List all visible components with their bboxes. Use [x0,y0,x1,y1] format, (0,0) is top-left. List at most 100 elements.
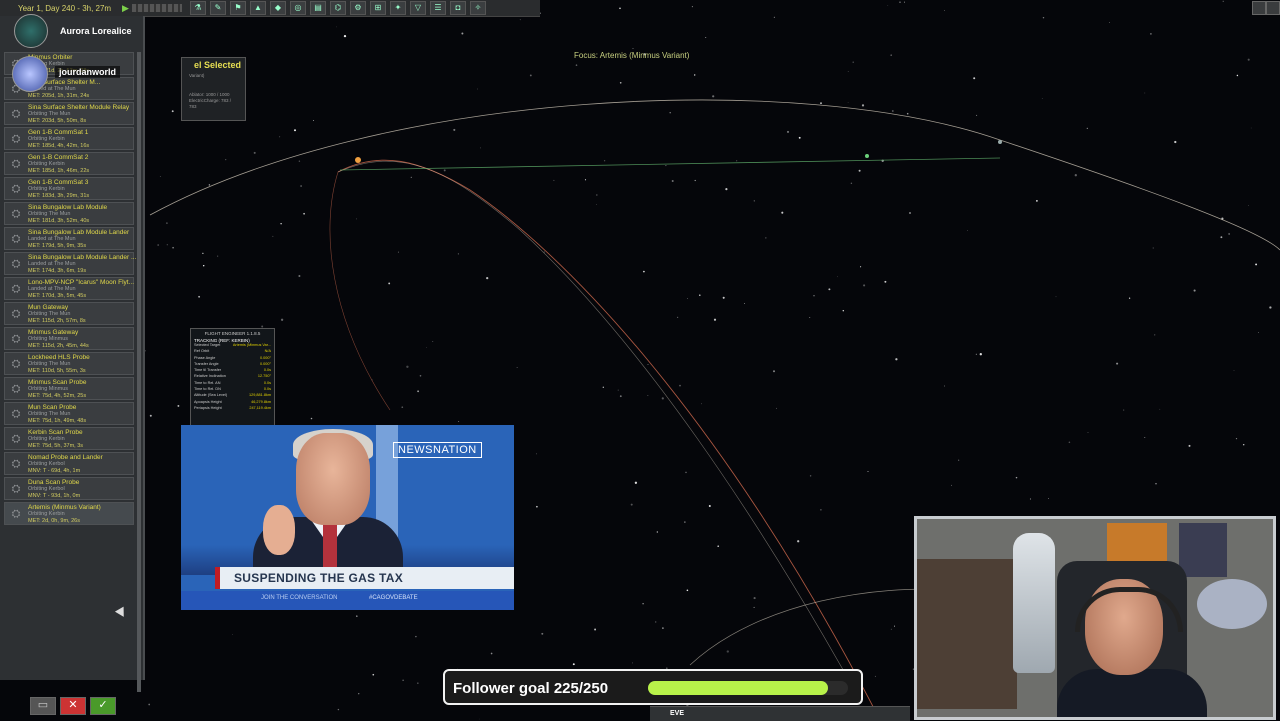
vessel-met: MET: 75d, 5h, 37m, 3s [28,443,84,449]
gear-icon[interactable]: ⚙ [350,1,366,15]
star [596,204,597,205]
vessel-situation: Orbiting Kerbin [28,186,65,192]
list-item[interactable]: ⛭ Artemis (Minmus Variant) Orbiting Kerbin… [4,502,134,525]
flag-icon[interactable]: ⚑ [230,1,246,15]
vessel-name: Nomad Probe and Lander [28,454,103,461]
vessel-met: MET: 179d, 5h, 9m, 35s [28,243,87,249]
list-item[interactable]: ⛭ Sina Surface Shelter Module Relay Orbiti… [4,102,134,125]
satellite-icon[interactable]: ✦ [390,1,406,15]
list-item[interactable]: ⛭ Gen 1-B CommSat 1 Orbiting Kerbin MET: 18… [4,127,134,150]
star [944,10,946,11]
vessel-met: MET: 75d, 1h, 49m, 48s [28,418,87,424]
vessel-type-icon: ⛭ [11,158,21,170]
science-icon[interactable]: ⚗ [190,1,206,15]
list-item[interactable]: ⛭ Minmus Gateway Orbiting Minmus MET: 115d,… [4,327,134,350]
star [619,395,622,398]
star [225,159,227,161]
list-item[interactable]: ⛭ Sina Bungalow Lab Module Orbiting The Mu… [4,202,134,225]
star [310,417,313,420]
panel-line-3: 783 [189,104,197,109]
fe-rows: Selected Target Artemis (Minmus Var... Ref… [191,343,274,412]
star [634,481,638,484]
star [687,298,688,299]
star [1123,409,1125,411]
target-icon[interactable]: ◎ [290,1,306,15]
list-item[interactable]: ⛭ Kerbin Scan Probe Orbiting Kerbin MET: 75… [4,427,134,450]
delete-button[interactable]: ✕ [60,697,86,715]
target-marker[interactable] [865,154,869,158]
game-date: Year 1, Day 240 - 3h, 27m [18,3,112,13]
list-item[interactable]: ⛭ Lockheed HLS Probe Orbiting The Mun MET: … [4,352,134,375]
list-item[interactable]: ⛭ Minmus Scan Probe Orbiting Minmus MET: 75… [4,377,134,400]
list-item[interactable]: ⛭ Sina Bungalow Lab Module Lander ... Land… [4,252,136,275]
list-icon[interactable]: ☰ [430,1,446,15]
node-icon[interactable]: ◆ [270,1,286,15]
filter-icon[interactable]: ▽ [410,1,426,15]
star [602,386,604,388]
headline: SUSPENDING THE GAS TAX [234,571,404,585]
star [490,652,493,655]
list-item[interactable]: ⛭ Duna Scan Probe Orbiting Kerbol MNV: T - … [4,477,134,500]
lower-third: SUSPENDING THE GAS TAX [215,567,514,589]
star [149,414,152,417]
minmus-arc [329,171,391,411]
time-warp-control[interactable] [132,4,182,12]
settings-icon[interactable] [1266,1,1280,15]
star [417,682,419,684]
star [656,531,658,533]
chart-icon[interactable]: ▤ [310,1,326,15]
vessel-type-icon: ⛭ [11,108,21,120]
star [813,295,815,297]
vessel-marker[interactable] [355,157,361,163]
vessel-situation: Orbiting Minmus [28,386,69,392]
list-item[interactable]: ⛭ Mun Scan Probe Orbiting The Mun MET: 75d,… [4,402,134,425]
vessel-situation: Orbiting The Mun [28,311,71,317]
star [1222,0,1224,2]
star [388,282,391,285]
star [372,673,375,676]
menu-button[interactable]: ▭ [30,697,56,715]
list-item[interactable]: ⛭ Gen 1-B CommSat 3 Orbiting Kerbin MET: 18… [4,177,134,200]
star [1236,74,1239,77]
star [765,237,767,239]
star [904,1,905,3]
star [842,309,845,312]
play-icon[interactable]: ▶ [122,3,132,14]
star [410,176,412,179]
star [343,34,347,38]
star [655,621,657,623]
star [1041,97,1043,99]
list-item[interactable]: ⛭ Mun Gateway Orbiting The Mun MET: 115d, 2… [4,302,134,325]
antenna-icon[interactable]: ⌬ [330,1,346,15]
star [298,160,301,162]
map-icon[interactable]: ⊞ [370,1,386,15]
planet-filter-eve[interactable]: EVE [670,710,684,717]
panel-line-1: Ablator: 1000 / 1000 [189,92,230,97]
flight-engineer-panel: FLIGHT ENGINEER 1.1.8.5 TRACKING (REF: K… [190,328,275,426]
list-item[interactable]: ⛭ Nomad Probe and Lander Orbiting Kerbol MN… [4,452,134,475]
vessel-type-icon: ⛭ [11,508,21,520]
vessel-type-icon: ⛭ [11,308,21,320]
star [541,632,544,635]
star [847,102,849,103]
list-item[interactable]: ⛭ Gen 1-B CommSat 2 Orbiting Kerbin MET: 18… [4,152,134,175]
light-icon[interactable]: ✧ [470,1,486,15]
fly-button[interactable]: ✓ [90,697,116,715]
vessel-met: MNV: T - 93d, 1h, 0m [28,493,81,499]
wrench-icon[interactable]: ✎ [210,1,226,15]
star [595,194,598,196]
vessel-name: Kerbin Scan Probe [28,429,83,436]
minimize-icon[interactable] [1252,1,1266,15]
list-item[interactable]: ⛭ Sina Bungalow Lab Module Lander Landed a… [4,227,134,250]
rocket-icon[interactable]: ▲ [250,1,266,15]
secondary-avatar [12,56,48,92]
vessel-name: Sina Bungalow Lab Module Lander [28,229,130,236]
camera-icon[interactable]: ◘ [450,1,466,15]
star [336,26,337,28]
star [406,365,409,368]
vessel-type-icon: ⛭ [11,383,21,395]
star [887,5,889,6]
node-marker[interactable] [998,140,1002,144]
list-item[interactable]: ⛭ Lono-MPV-NCP "Icarus" Moon Flyt... Lande… [4,277,134,300]
scrollbar[interactable] [137,52,141,692]
